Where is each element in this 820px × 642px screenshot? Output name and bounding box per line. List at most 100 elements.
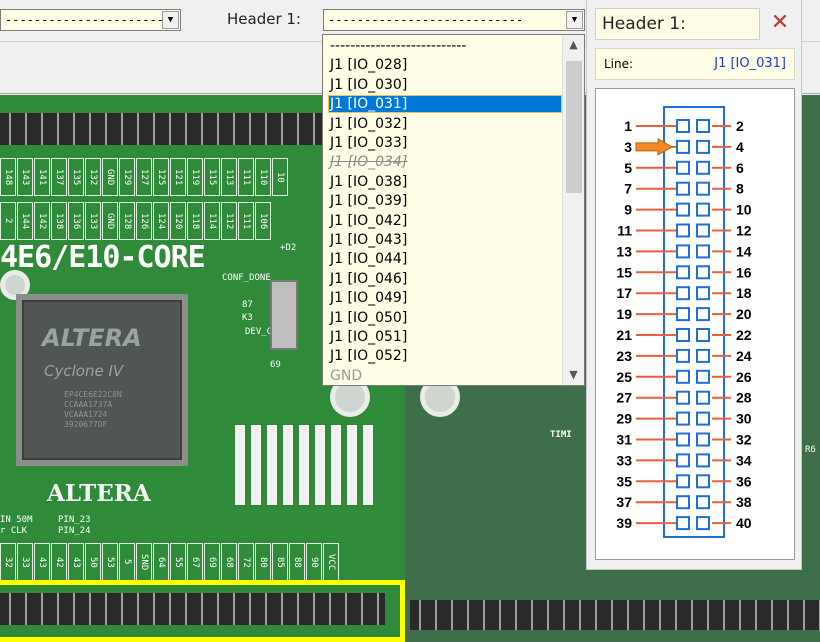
scrollbar-thumb[interactable] [566,61,582,193]
dropdown-item[interactable]: J1 [IO_052] [328,347,562,365]
left-combo[interactable]: ----------------------- ▼ [0,9,181,31]
pin-number-left: 25 [616,369,632,385]
pin-label: 143 [17,158,33,196]
pin-pad-left[interactable] [676,495,690,510]
pin-pad-right[interactable] [696,411,710,426]
pin-pad-right[interactable] [696,453,710,468]
pin-pad-right[interactable] [696,328,710,342]
pin-label: 136 [68,202,84,240]
pin-number-right: 40 [736,515,752,531]
dropdown-item[interactable]: J1 [IO_042] [328,212,562,230]
silk-69: 69 [270,360,281,370]
pin-pad-left[interactable] [676,202,690,217]
pin-pad-left[interactable] [676,223,690,238]
dropdown-item[interactable]: J1 [IO_051] [328,328,562,346]
pin-label-strip-lower: 32 33 43 42 43 50 53 5 SND 64 55 67 69 68 72 80 85 88 90 VC… [0,540,385,580]
pin-pad-left[interactable] [676,119,690,133]
pin-pad-left[interactable] [676,516,690,531]
pin-pad-right[interactable] [696,202,710,217]
mount-hole-left [0,270,30,300]
pin-label: 72 [238,543,254,580]
close-icon[interactable]: ✕ [765,8,795,38]
dropdown-item[interactable]: J1 [IO_039] [328,192,562,210]
dropdown-item[interactable]: J1 [IO_038] [328,173,562,191]
pin-pad-right[interactable] [696,265,710,280]
dropdown-item[interactable]: J1 [IO_044] [328,250,562,268]
line-value: J1 [IO_031] [714,56,786,71]
pin-pad-right[interactable] [696,516,710,531]
pin-number-right: 10 [736,202,752,218]
pin-label: 129 [119,158,135,196]
pin-number-left: 13 [616,243,632,259]
pin-pad-right[interactable] [696,307,710,322]
pin-pad-left[interactable] [676,474,690,489]
pin-label: 10 [272,158,288,196]
pin-label: 90 [306,543,322,580]
pin-label: 5 [119,543,135,580]
pin-pad-left[interactable] [676,369,690,384]
pin-pad-left[interactable] [676,160,690,175]
pin-pad-right[interactable] [696,223,710,238]
pin-number-right: 26 [736,369,752,385]
pin-pad-right[interactable] [696,286,710,301]
dropdown-item[interactable]: J1 [IO_028] [328,56,562,74]
pin-pad-left[interactable] [676,265,690,280]
pin-label: 135 [68,158,84,196]
dropdown-scrollbar[interactable]: ▲ ▼ [562,35,584,385]
pin-pad-left[interactable] [676,307,690,322]
dropdown-item[interactable]: J1 [IO_046] [328,270,562,288]
pin-pad-left[interactable] [676,139,690,154]
pin-label: 119 [187,158,203,196]
pin-number-right: 14 [736,243,752,259]
scroll-up-icon[interactable]: ▲ [563,35,584,55]
pin-pad-left[interactable] [676,328,690,342]
pin-number-right: 22 [736,327,752,343]
header-combo[interactable]: --------------------------- ▼ [323,9,585,31]
chevron-down-icon[interactable]: ▼ [566,11,583,29]
pin-pad-right[interactable] [696,390,710,405]
pin-pad-right[interactable] [696,495,710,510]
pin-label: SND [136,543,152,580]
chevron-down-icon[interactable]: ▼ [162,11,179,29]
scroll-down-icon[interactable]: ▼ [563,365,584,385]
dropdown-item[interactable]: J1 [IO_049] [328,289,562,307]
fpga-chip: ALTERA Cyclone IV EP4CE6E22C8N CCAAA1737… [22,300,182,460]
pin-pad-left[interactable] [676,432,690,447]
pin-pad-right[interactable] [696,432,710,447]
dropdown-item[interactable]: J1 [IO_030] [328,76,562,94]
pin-pad-right[interactable] [696,474,710,489]
pin-header-bottom [0,593,385,625]
pin-label: 128 [119,202,135,240]
push-button [270,280,298,350]
pin-pad-left[interactable] [676,411,690,426]
pin-pad-left[interactable] [676,244,690,259]
dropdown-item[interactable]: J1 [IO_043] [328,231,562,249]
panel-title: Header 1: [595,8,760,40]
pin-pad-right[interactable] [696,348,710,363]
pin-pad-right[interactable] [696,244,710,259]
pin-diagram-svg: 1 23 45 67 89 1011 1213 1415 1617 1819 2021 2223 242… [616,106,752,538]
silk-r6: R6 [805,445,816,455]
dropdown-item[interactable]: GND [328,367,562,385]
chip-family: Cyclone IV [44,362,124,380]
dropdown-item[interactable]: --------------------------- [328,37,562,55]
pin-pad-left[interactable] [676,453,690,468]
dropdown-item[interactable]: J1 [IO_031] [328,95,562,114]
dropdown-item[interactable]: J1 [IO_032] [328,115,562,133]
pin-pad-right[interactable] [696,160,710,175]
pin-number-right: 28 [736,390,752,406]
pin-pad-right[interactable] [696,119,710,133]
pin-pad-right[interactable] [696,181,710,196]
header-dropdown-list[interactable]: GND J1 [IO_052] J1 [IO_051] J1 [IO_050] J1 [… [322,34,585,386]
pin-pad-left[interactable] [676,181,690,196]
dropdown-item[interactable]: J1 [IO_033] [328,134,562,152]
pin-pad-left[interactable] [676,348,690,363]
pin-pad-left[interactable] [676,286,690,301]
chip-part-number: EP4CE6E22C8N CCAAA1737A VCAAA1724 392067… [64,390,122,429]
pin-pad-left[interactable] [676,390,690,405]
pin-pad-right[interactable] [696,139,710,154]
pin-label: 126 [136,202,152,240]
dropdown-item[interactable]: J1 [IO_050] [328,309,562,327]
pin-pad-right[interactable] [696,369,710,384]
pin-label: 68 [221,543,237,580]
